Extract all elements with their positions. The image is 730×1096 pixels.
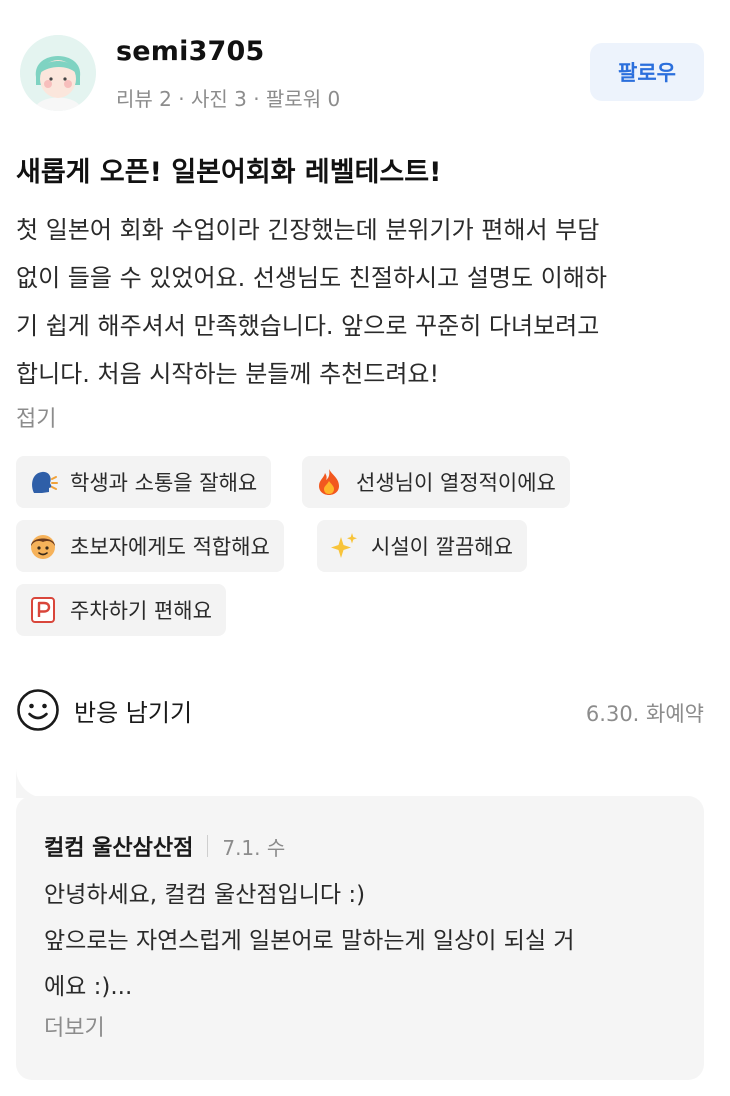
- divider: [207, 835, 209, 857]
- leave-reaction-button[interactable]: 반응 남기기: [16, 688, 192, 732]
- follow-button[interactable]: 팔로우: [590, 43, 704, 101]
- keyword-label: 선생님이 열정적이에요: [356, 471, 556, 495]
- fire-icon: [314, 467, 344, 497]
- parking-icon: [28, 595, 58, 625]
- avatar-illustration-icon: [20, 35, 96, 111]
- reply-date: 7.1. 수: [222, 835, 286, 860]
- review-card: semi3705 리뷰 2 · 사진 3 · 팔로워 0 팔로우 새롭게 오픈!…: [0, 0, 730, 1096]
- review-title: 새롭게 오픈! 일본어회화 레벨테스트!: [16, 157, 442, 188]
- reply-text: 안녕하세요, 컬컴 울산점입니다 :) 앞으로는 자연스럽게 일본어로 말하는게…: [44, 882, 575, 1000]
- collapse-link[interactable]: 접기: [16, 401, 56, 433]
- visit-info: 6.30. 화예약: [585, 702, 704, 726]
- keyword-label: 주차하기 편해요: [70, 599, 212, 623]
- keyword-chip: 초보자에게도 적합해요: [16, 520, 284, 572]
- keyword-chip: 학생과 소통을 잘해요: [16, 456, 272, 508]
- review-text: 첫 일본어 회화 수업이라 긴장했는데 분위기가 편해서 부담 없이 들을 수 …: [16, 216, 607, 388]
- keyword-chip: 선생님이 열정적이에요: [302, 456, 570, 508]
- reaction-label: 반응 남기기: [74, 698, 193, 727]
- reply-header: 컬컴 울산삼산점 7.1. 수: [44, 830, 285, 862]
- more-link[interactable]: 더보기: [44, 1010, 105, 1042]
- keyword-chip: 시설이 깔끔해요: [317, 520, 527, 572]
- talking-face-icon: [28, 467, 58, 497]
- keyword-label: 초보자에게도 적합해요: [70, 535, 270, 559]
- username[interactable]: semi3705: [116, 36, 265, 67]
- keyword-label: 학생과 소통을 잘해요: [70, 471, 258, 495]
- reply-notch: [16, 764, 50, 798]
- avatar[interactable]: [20, 35, 96, 111]
- sparkles-icon: [329, 531, 359, 561]
- profile-stats: 리뷰 2 · 사진 3 · 팔로워 0: [116, 87, 341, 111]
- reply-author[interactable]: 컬컴 울산삼산점: [44, 830, 193, 862]
- keyword-label: 시설이 깔끔해요: [371, 535, 513, 559]
- smiley-icon: [16, 688, 60, 732]
- keyword-chip: 주차하기 편해요: [16, 584, 226, 636]
- boy-face-icon: [28, 531, 58, 561]
